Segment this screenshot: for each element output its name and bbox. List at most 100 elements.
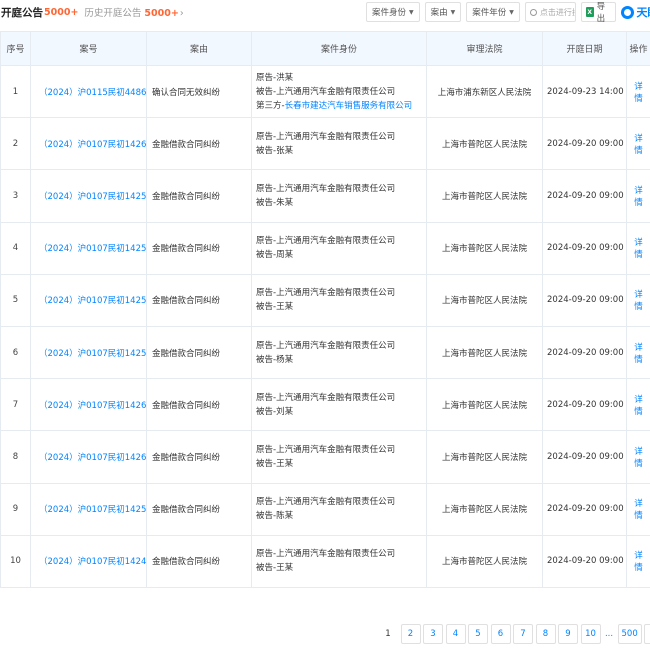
detail-link[interactable]: 详情 (626, 325, 650, 380)
history-count[interactable]: 5000+ (144, 8, 178, 19)
case-cause: 金融借款合同纠纷 (146, 117, 252, 171)
case-number-link[interactable]: （2024）沪0107民初14260号 (30, 430, 147, 484)
party-plaintiff[interactable]: 原告-上汽通用汽车金融有限责任公司 (256, 339, 422, 353)
page-button-5[interactable]: 5 (468, 624, 488, 644)
case-cause: 金融借款合同纠纷 (146, 378, 252, 432)
table-row: 1 （2024）沪0115民初44863号 确认合同无效纠纷 原告-洪某 被告-… (0, 64, 650, 119)
chevron-right-icon[interactable]: › (180, 8, 184, 19)
col-header-date: 开庭日期 (542, 31, 627, 66)
export-label[interactable]: 导出 (597, 0, 612, 24)
search-input[interactable]: 点击进行搜索 (524, 2, 576, 22)
col-header-parties: 案件身份 (251, 31, 427, 66)
hearing-date: 2024-09-20 09:00 (542, 482, 627, 536)
year-filter-label[interactable]: 案件年份 (472, 6, 506, 18)
court-name: 上海市浦东新区人民法院 (426, 64, 543, 119)
role-filter-label[interactable]: 案件身份 (372, 6, 406, 18)
case-parties: 原告-上汽通用汽车金融有限责任公司 被告-王某 (251, 430, 427, 484)
detail-link[interactable]: 详情 (626, 169, 650, 223)
case-cause: 金融借款合同纠纷 (146, 430, 252, 484)
case-number-link[interactable]: （2024）沪0107民初14257号 (30, 482, 147, 536)
detail-link[interactable]: 详情 (626, 273, 650, 327)
detail-link[interactable]: 详情 (626, 221, 650, 275)
party-defendant: 被告-王某 (256, 563, 294, 574)
row-index: 9 (0, 482, 31, 536)
party-third-link[interactable]: 长春市建达汽车销售服务有限公司 (285, 101, 413, 111)
page-button-9[interactable]: 9 (558, 624, 578, 644)
cause-filter-label[interactable]: 案由 (431, 6, 448, 18)
party-defendant[interactable]: 被告-上汽通用汽车金融有限责任公司 (256, 85, 422, 99)
case-number-link[interactable]: （2024）沪0107民初14253号 (30, 273, 147, 327)
hearing-date: 2024-09-20 09:00 (542, 273, 627, 327)
case-cause: 确认合同无效纠纷 (146, 64, 252, 119)
court-name: 上海市普陀区人民法院 (426, 169, 543, 223)
caret-down-icon[interactable]: ▼ (409, 9, 414, 16)
case-number-link[interactable]: （2024）沪0115民初44863号 (30, 64, 147, 119)
page-button-last[interactable]: 500 (617, 624, 642, 644)
case-number-link[interactable]: （2024）沪0107民初14263号 (30, 117, 147, 171)
page-button-10[interactable]: 10 (580, 624, 601, 644)
detail-link[interactable]: 详情 (626, 117, 650, 171)
hearing-date: 2024-09-20 09:00 (542, 534, 627, 588)
party-plaintiff: 原告-洪某 (256, 72, 294, 83)
detail-link[interactable]: 详情 (626, 64, 650, 119)
detail-link[interactable]: 详情 (626, 482, 650, 536)
case-number-link[interactable]: （2024）沪0107民初14259号 (30, 169, 147, 223)
row-index: 10 (0, 534, 31, 588)
role-filter-dropdown[interactable]: 案件身份 ▼ (366, 2, 420, 22)
party-plaintiff[interactable]: 原告-上汽通用汽车金融有限责任公司 (256, 130, 422, 144)
case-cause: 金融借款合同纠纷 (146, 273, 252, 327)
page-button-2[interactable]: 2 (400, 624, 421, 644)
page-button-8[interactable]: 8 (535, 624, 556, 644)
party-plaintiff[interactable]: 原告-上汽通用汽车金融有限责任公司 (256, 495, 422, 509)
detail-link[interactable]: 详情 (626, 378, 650, 432)
detail-link[interactable]: 详情 (626, 534, 650, 588)
detail-link[interactable]: 详情 (626, 430, 650, 484)
case-cause: 金融借款合同纠纷 (146, 169, 252, 223)
party-plaintiff[interactable]: 原告-上汽通用汽车金融有限责任公司 (256, 182, 422, 196)
party-defendant: 被告-刘某 (256, 406, 294, 417)
page-button-6[interactable]: 6 (490, 624, 511, 644)
party-defendant: 被告-王某 (256, 458, 294, 469)
table-row: 5 （2024）沪0107民初14253号 金融借款合同纠纷 原告-上汽通用汽车… (0, 273, 650, 327)
case-number-link[interactable]: （2024）沪0107民初14261号 (30, 378, 147, 432)
cause-filter-dropdown[interactable]: 案由 ▼ (424, 2, 462, 22)
search-placeholder[interactable]: 点击进行搜索 (540, 7, 575, 18)
section-count: 5000+ (44, 6, 79, 18)
table-row: 3 （2024）沪0107民初14259号 金融借款合同纠纷 原告-上汽通用汽车… (0, 169, 650, 223)
hearing-date: 2024-09-20 09:00 (542, 221, 627, 275)
col-header-court: 审理法院 (426, 31, 543, 66)
history-link[interactable]: 历史开庭公告 5000+› (84, 5, 183, 19)
party-plaintiff[interactable]: 原告-上汽通用汽车金融有限责任公司 (256, 443, 422, 457)
row-index: 5 (0, 273, 31, 327)
page-button-4[interactable]: 4 (445, 624, 466, 644)
case-parties: 原告-上汽通用汽车金融有限责任公司 被告-周某 (251, 221, 427, 275)
table-row: 2 （2024）沪0107民初14263号 金融借款合同纠纷 原告-上汽通用汽车… (0, 117, 650, 171)
history-label[interactable]: 历史开庭公告 (84, 8, 141, 19)
page-button-1[interactable]: 1 (378, 624, 398, 644)
col-header-cause: 案由 (146, 31, 252, 66)
hearing-date: 2024-09-20 09:00 (542, 325, 627, 380)
case-number-link[interactable]: （2024）沪0107民初14249号 (30, 534, 147, 588)
party-defendant: 被告-朱某 (256, 197, 294, 208)
party-third: 第三方-长春市建达汽车销售服务有限公司 (256, 99, 422, 113)
pagination: 1 2 3 4 5 6 7 8 9 10 ... 500 › (378, 624, 650, 644)
court-name: 上海市普陀区人民法院 (426, 534, 543, 588)
caret-down-icon[interactable]: ▼ (451, 9, 456, 16)
court-name: 上海市普陀区人民法院 (426, 221, 543, 275)
page-button-3[interactable]: 3 (423, 624, 443, 644)
case-parties: 原告-上汽通用汽车金融有限责任公司 被告-陈某 (251, 482, 427, 536)
case-parties: 原告-上汽通用汽车金融有限责任公司 被告-刘某 (251, 378, 427, 432)
year-filter-dropdown[interactable]: 案件年份 ▼ (466, 2, 520, 22)
filter-toolbar: 案件身份▼ 案由▼ 案件年份▼ 点击进行搜索 X导出 天眼查 (366, 0, 650, 24)
case-number-link[interactable]: （2024）沪0107民初14251号 (30, 325, 147, 380)
page-button-7[interactable]: 7 (513, 624, 533, 644)
case-number-link[interactable]: （2024）沪0107民初14256号 (30, 221, 147, 275)
party-plaintiff[interactable]: 原告-上汽通用汽车金融有限责任公司 (256, 547, 422, 561)
party-defendant: 被告-张某 (256, 145, 294, 156)
party-plaintiff[interactable]: 原告-上汽通用汽车金融有限责任公司 (256, 234, 422, 248)
caret-down-icon[interactable]: ▼ (509, 9, 514, 16)
export-button[interactable]: X 导出 (580, 0, 617, 24)
party-plaintiff[interactable]: 原告-上汽通用汽车金融有限责任公司 (256, 391, 422, 405)
party-plaintiff[interactable]: 原告-上汽通用汽车金融有限责任公司 (256, 286, 422, 300)
next-page-icon[interactable]: › (644, 624, 650, 644)
